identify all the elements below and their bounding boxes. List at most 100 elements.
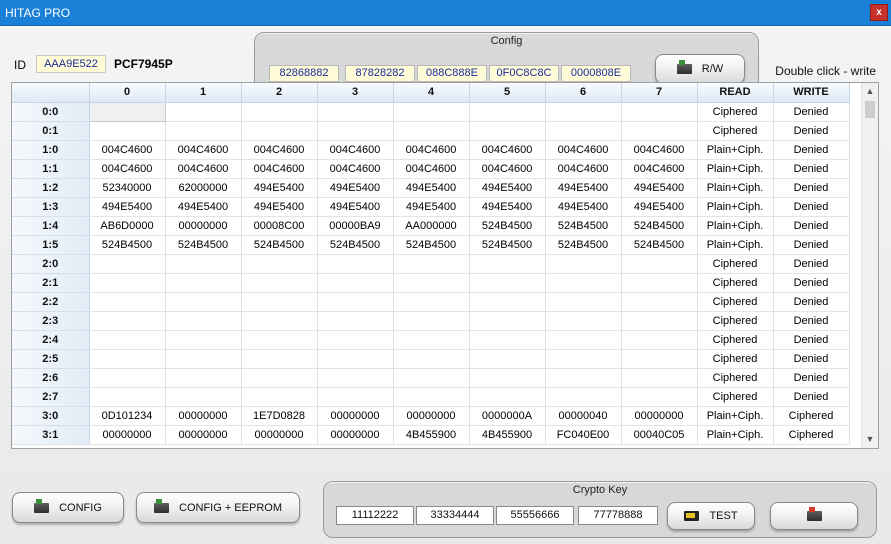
memory-cell[interactable]: 524B4500 (317, 235, 394, 255)
memory-cell[interactable]: 00000000 (165, 425, 242, 445)
memory-cell[interactable]: 004C4600 (393, 159, 470, 179)
column-header-write[interactable]: WRITE (773, 83, 850, 103)
crypto-key-field-1[interactable]: 33334444 (416, 506, 494, 525)
memory-cell[interactable]: 524B4500 (621, 216, 698, 236)
crypto-key-field-3[interactable]: 77778888 (578, 506, 658, 525)
memory-cell[interactable]: 524B4500 (621, 235, 698, 255)
memory-cell[interactable] (621, 273, 698, 293)
memory-cell[interactable]: 00000BA9 (317, 216, 394, 236)
memory-cell[interactable]: 004C4600 (545, 140, 622, 160)
memory-cell[interactable] (621, 102, 698, 122)
memory-cell[interactable] (545, 368, 622, 388)
table-row[interactable]: 0:0 Ciphered Denied (12, 101, 850, 122)
memory-cell[interactable]: 004C4600 (469, 159, 546, 179)
memory-cell[interactable] (165, 102, 242, 122)
memory-cell[interactable]: 00008C00 (241, 216, 318, 236)
memory-cell[interactable]: 494E5400 (621, 197, 698, 217)
table-row[interactable]: 2:7 Ciphered Denied (12, 387, 850, 407)
memory-cell[interactable]: 494E5400 (545, 178, 622, 198)
table-row[interactable]: 2:5 Ciphered Denied (12, 349, 850, 369)
table-row[interactable]: 1:1 004C4600 004C4600 004C4600 004C4600 004C4… (12, 159, 850, 179)
column-header[interactable]: 5 (469, 83, 546, 103)
memory-cell[interactable]: 004C4600 (393, 140, 470, 160)
memory-cell[interactable] (393, 330, 470, 350)
memory-cell[interactable] (393, 311, 470, 331)
memory-cell[interactable]: 494E5400 (241, 178, 318, 198)
memory-cell[interactable] (317, 292, 394, 312)
memory-cell[interactable] (469, 387, 546, 407)
memory-cell[interactable] (469, 102, 546, 122)
memory-cell[interactable] (621, 330, 698, 350)
memory-cell[interactable]: AA000000 (393, 216, 470, 236)
memory-cell[interactable]: 004C4600 (241, 159, 318, 179)
memory-cell[interactable]: 494E5400 (469, 178, 546, 198)
memory-cell[interactable] (393, 292, 470, 312)
table-row[interactable]: 3:1 00000000 00000000 00000000 00000000 4B455… (12, 425, 850, 445)
memory-cell[interactable]: 004C4600 (165, 140, 242, 160)
memory-cell[interactable]: 494E5400 (89, 197, 166, 217)
memory-cell[interactable] (469, 349, 546, 369)
memory-cell[interactable] (89, 368, 166, 388)
memory-cell[interactable] (241, 349, 318, 369)
memory-cell[interactable] (165, 349, 242, 369)
memory-cell[interactable] (545, 121, 622, 141)
table-row[interactable]: 1:3 494E5400 494E5400 494E5400 494E5400 494E5… (12, 197, 850, 217)
memory-cell[interactable]: 4B455900 (469, 425, 546, 445)
table-row[interactable]: 0:1 Ciphered Denied (12, 121, 850, 141)
memory-cell[interactable]: AB6D0000 (89, 216, 166, 236)
memory-cell[interactable]: 00000040 (545, 406, 622, 426)
memory-cell[interactable] (621, 387, 698, 407)
memory-cell[interactable] (469, 292, 546, 312)
memory-cell[interactable] (545, 311, 622, 331)
memory-cell[interactable] (165, 311, 242, 331)
memory-cell[interactable] (241, 254, 318, 274)
column-header[interactable]: 7 (621, 83, 698, 103)
memory-cell[interactable] (545, 330, 622, 350)
memory-cell[interactable] (393, 254, 470, 274)
memory-cell[interactable] (317, 254, 394, 274)
memory-cell[interactable]: 494E5400 (317, 197, 394, 217)
memory-cell[interactable] (545, 102, 622, 122)
memory-cell[interactable] (317, 121, 394, 141)
memory-cell[interactable] (317, 368, 394, 388)
memory-cell[interactable] (88, 101, 166, 122)
scroll-thumb[interactable] (865, 101, 875, 118)
memory-cell[interactable]: 1E7D0828 (241, 406, 318, 426)
memory-cell[interactable]: 524B4500 (545, 235, 622, 255)
table-row[interactable]: 2:3 Ciphered Denied (12, 311, 850, 331)
memory-cell[interactable]: 00000000 (393, 406, 470, 426)
column-header[interactable]: 2 (241, 83, 318, 103)
memory-cell[interactable]: 004C4600 (89, 159, 166, 179)
memory-cell[interactable]: 00000000 (89, 425, 166, 445)
memory-cell[interactable] (469, 273, 546, 293)
memory-cell[interactable]: 00000000 (165, 406, 242, 426)
table-row[interactable]: 1:0 004C4600 004C4600 004C4600 004C4600 004C4… (12, 140, 850, 160)
memory-cell[interactable] (317, 387, 394, 407)
memory-cell[interactable] (621, 121, 698, 141)
memory-cell[interactable]: 524B4500 (545, 216, 622, 236)
memory-cell[interactable]: 004C4600 (317, 159, 394, 179)
config-field-3[interactable]: 0F0C8C8C (489, 65, 559, 82)
memory-cell[interactable]: 524B4500 (165, 235, 242, 255)
memory-cell[interactable] (89, 254, 166, 274)
memory-cell[interactable]: 524B4500 (469, 235, 546, 255)
memory-cell[interactable] (469, 368, 546, 388)
memory-cell[interactable] (317, 102, 394, 122)
memory-cell[interactable]: 524B4500 (469, 216, 546, 236)
config-field-4[interactable]: 0000808E (561, 65, 631, 82)
memory-cell[interactable]: 494E5400 (621, 178, 698, 198)
memory-cell[interactable] (621, 292, 698, 312)
table-row[interactable]: 1:2 52340000 62000000 494E5400 494E5400 494E5… (12, 178, 850, 198)
memory-cell[interactable]: 494E5400 (393, 197, 470, 217)
memory-cell[interactable] (317, 273, 394, 293)
memory-cell[interactable] (241, 273, 318, 293)
table-row[interactable]: 1:4 AB6D0000 00000000 00008C00 00000BA9 AA000… (12, 216, 850, 236)
crypto-key-field-2[interactable]: 55556666 (496, 506, 574, 525)
config-field-1[interactable]: 87828282 (345, 65, 415, 82)
memory-cell[interactable]: 62000000 (165, 178, 242, 198)
column-header[interactable]: 6 (545, 83, 622, 103)
memory-cell[interactable] (241, 311, 318, 331)
memory-cell[interactable] (241, 102, 318, 122)
memory-cell[interactable] (241, 387, 318, 407)
memory-cell[interactable]: 00000000 (241, 425, 318, 445)
